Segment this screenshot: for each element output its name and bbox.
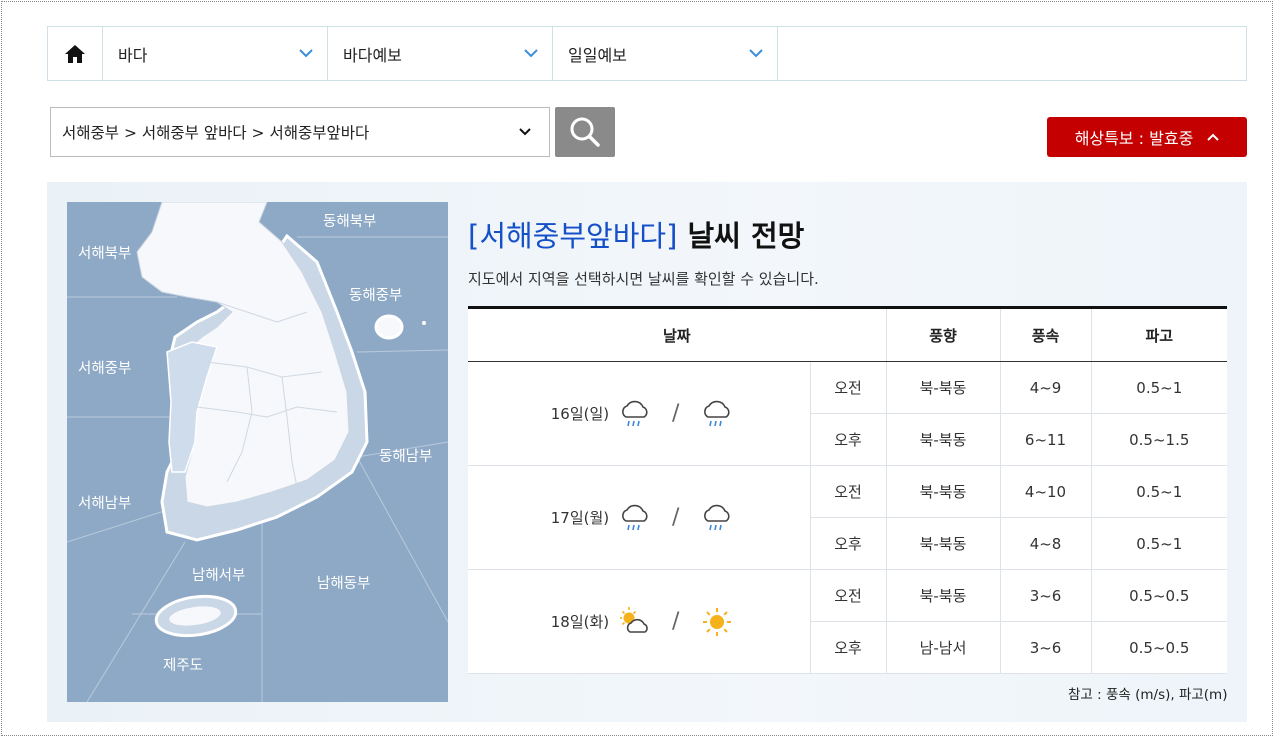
wave-cell: 0.5~0.5 [1090,621,1228,674]
wind-dir-cell: 북-북동 [885,569,1001,622]
date-cell: 16일(일) / [468,361,810,466]
date-label: 18일(화) [550,613,610,631]
wind-speed-cell: 6~11 [999,413,1092,466]
map-region-label[interactable]: 제주도 [163,654,203,675]
period-cell: 오전 [809,361,887,414]
chevron-down-icon [749,49,763,58]
wind-dir-cell: 북-북동 [885,413,1001,466]
period-cell: 오전 [809,465,887,518]
sun-cloud-icon [617,605,653,639]
table-row: 17일(월) / 오전 북-북동 4~10 0.5~1 [468,465,1228,570]
units-note: 참고 : 풍속 (m/s), 파고(m) [1068,687,1228,703]
sea-region-map[interactable]: 서해북부 동해북부 동해중부 서해중부 동해남부 서해남부 남해서부 남해동부 … [67,202,448,702]
map-region-label[interactable]: 남해동부 [317,572,370,593]
nav-empty-space [778,27,1246,80]
map-region-label[interactable]: 동해남부 [379,445,432,466]
date-cell: 17일(월) / [468,465,810,570]
nav-dropdown-label: 바다예보 [343,45,402,65]
map-region-label[interactable]: 서해남부 [78,492,131,513]
forecast-title-text: 날씨 전망 [677,219,805,253]
marine-warning-button[interactable]: 해상특보 : 발효중 [1047,117,1247,157]
home-button[interactable] [48,27,103,80]
map-region-label[interactable]: 서해중부 [78,357,131,378]
home-icon [65,44,85,63]
col-header-wind-dir: 풍향 [885,306,1001,362]
chevron-down-icon [299,49,313,58]
am-pm-separator: / [672,609,680,634]
wind-dir-cell: 북-북동 [885,361,1001,414]
period-cell: 오후 [809,413,887,466]
date-label: 17일(월) [550,509,610,527]
forecast-table: 날짜 풍향 풍속 파고 16일(일) / 오전 북-북동 4~9 0.5~1 오… [468,306,1228,674]
table-row: 16일(일) / 오전 북-북동 4~9 0.5~1 [468,361,1228,466]
map-region-label[interactable]: 남해서부 [192,564,245,585]
location-select-value: 서해중부 > 서해중부 앞바다 > 서해중부앞바다 [62,124,370,142]
wind-speed-cell: 3~6 [999,621,1092,674]
wind-speed-cell: 4~9 [999,361,1092,414]
period-cell: 오후 [809,517,887,570]
period-cell: 오전 [809,569,887,622]
wind-dir-cell: 남-남서 [885,621,1001,674]
table-header-row: 날짜 풍향 풍속 파고 [468,306,1228,362]
nav-dropdown-period[interactable]: 일일예보 [553,27,778,80]
period-cell: 오후 [809,621,887,674]
nav-dropdown-forecast-type[interactable]: 바다예보 [328,27,553,80]
wave-cell: 0.5~1.5 [1090,413,1228,466]
marine-warning-label: 해상특보 : 발효중 [1074,129,1194,148]
rain-cloud-icon [617,397,653,431]
col-header-wind-speed: 풍속 [999,306,1092,362]
date-cell: 18일(화) / [468,569,810,674]
sun-icon [699,605,735,639]
breadcrumb-nav: 바다 바다예보 일일예보 [47,26,1247,81]
chevron-down-icon [524,49,538,58]
nav-dropdown-label: 일일예보 [568,45,627,65]
forecast-subtitle: 지도에서 지역을 선택하시면 날씨를 확인할 수 있습니다. [468,270,819,288]
am-pm-separator: / [672,505,680,530]
forecast-title-region: [서해중부앞바다] [468,219,678,253]
date-label: 16일(일) [550,405,610,423]
wind-dir-cell: 북-북동 [885,517,1001,570]
wind-speed-cell: 4~8 [999,517,1092,570]
rain-cloud-icon [617,501,653,535]
table-row: 18일(화) / 오전 북-북동 3~6 0.5~0.5 [468,569,1228,674]
nav-dropdown-category[interactable]: 바다 [103,27,328,80]
rain-cloud-icon [699,501,735,535]
map-region-label[interactable]: 서해북부 [78,242,131,263]
search-button[interactable] [555,107,615,157]
col-header-date: 날짜 [468,306,887,362]
wind-speed-cell: 4~10 [999,465,1092,518]
nav-dropdown-label: 바다 [118,45,148,65]
wind-dir-cell: 북-북동 [885,465,1001,518]
map-region-label[interactable]: 동해북부 [323,210,376,231]
wave-cell: 0.5~0.5 [1090,569,1228,622]
wave-cell: 0.5~1 [1090,517,1228,570]
wave-cell: 0.5~1 [1090,465,1228,518]
map-region-label[interactable]: 동해중부 [349,284,402,305]
rain-cloud-icon [699,397,735,431]
col-header-wave: 파고 [1090,306,1228,362]
chevron-up-icon [1207,133,1220,141]
location-select[interactable]: 서해중부 > 서해중부 앞바다 > 서해중부앞바다 [50,107,550,157]
am-pm-separator: / [672,401,680,426]
chevron-down-icon [519,128,531,136]
search-icon [570,117,600,147]
wind-speed-cell: 3~6 [999,569,1092,622]
wave-cell: 0.5~1 [1090,361,1228,414]
forecast-title: [서해중부앞바다] 날씨 전망 [468,213,804,255]
